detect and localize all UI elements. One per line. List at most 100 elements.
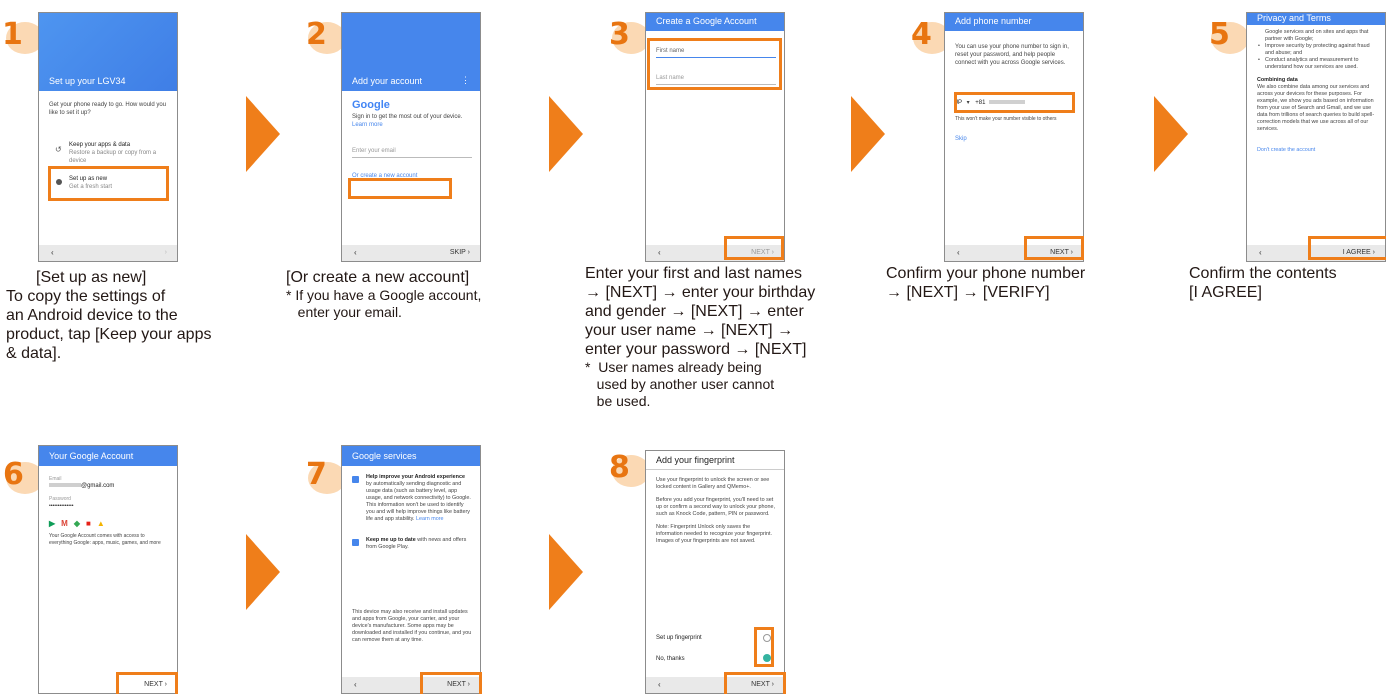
google-logo: Google [352, 99, 390, 111]
item-bold: Keep me up to date [366, 537, 416, 543]
highlight-next-button [116, 672, 178, 694]
step3-caption: Enter your first and last names → [NEXT]… [585, 264, 875, 410]
service-item: Keep me up to date with news and offers … [352, 537, 472, 551]
step-number: 8 [609, 450, 630, 485]
back-button[interactable]: ‹ [658, 680, 661, 689]
maps-icon: ◆ [73, 519, 80, 528]
email-field[interactable]: Enter your email [352, 147, 472, 158]
skip-button[interactable]: SKIP › [450, 249, 470, 256]
service-item: Help improve your Android experience by … [352, 474, 472, 523]
password-value: •••••••••••••• [49, 503, 74, 509]
caption-title: [Or create a new account] [286, 269, 470, 286]
checkbox-checked-icon[interactable] [352, 476, 359, 483]
back-button[interactable]: ‹ [658, 248, 661, 257]
gmail-icon: M [61, 519, 68, 528]
combining-heading: Combining data [1257, 77, 1298, 83]
highlight-name-fields [647, 38, 782, 90]
screen-title: Add your fingerprint [656, 455, 735, 465]
account-access-text: Your Google Account comes with access to… [49, 533, 161, 546]
caption-line: Enter your first and last names [585, 265, 802, 282]
skip-link[interactable]: Skip [955, 135, 1075, 143]
checkbox-checked-icon[interactable] [352, 539, 359, 546]
more-icon[interactable]: ⋮ [461, 75, 470, 86]
restore-icon: ↺ [55, 145, 62, 154]
privacy-bullet: • Conduct analytics and measurement to un… [1258, 57, 1359, 70]
next-step-arrow [246, 534, 280, 610]
step-number: 7 [306, 457, 327, 492]
step-number: 4 [911, 17, 932, 52]
highlight-next-button [724, 672, 786, 694]
bullet-text: Improve security by protecting against f… [1265, 43, 1370, 56]
fingerprint-note: Note: Fingerprint Unlock only saves the … [656, 524, 772, 544]
caption-line: → [NEXT] → enter your birthday [585, 284, 816, 301]
highlight-set-up-new [48, 166, 169, 201]
nav-bar: ‹ › [39, 245, 177, 261]
back-button[interactable]: ‹ [1259, 248, 1262, 257]
caption-line: an Android device to the [6, 307, 178, 324]
step5-caption: Confirm the contents [I AGREE] [1189, 264, 1386, 302]
phone-screen-setup: Set up your LGV34 Get your phone ready t… [38, 12, 178, 262]
highlight-fingerprint-options [754, 627, 774, 667]
step-number: 3 [609, 17, 630, 52]
back-button[interactable]: ‹ [51, 248, 54, 257]
privacy-text: Google services and on sites and apps th… [1265, 29, 1369, 42]
caption-line: & data]. [6, 345, 62, 362]
bullet-text: Conduct analytics and measurement to und… [1265, 57, 1359, 70]
screen-title: Set up your LGV34 [49, 76, 126, 86]
caption-line: Confirm your phone number [886, 265, 1086, 282]
screen-title: Google services [352, 451, 417, 461]
drive-icon: ▲ [96, 519, 105, 528]
learn-more-link[interactable]: Learn more [352, 122, 383, 128]
caption-note: * User names already being [585, 359, 762, 375]
highlight-next-button [1024, 236, 1084, 260]
highlight-next-button [420, 672, 482, 694]
screen-title: Your Google Account [49, 451, 134, 461]
dont-create-link[interactable]: Don't create the account [1257, 147, 1377, 154]
caption-line: product, tap [Keep your apps [6, 326, 212, 343]
forward-button[interactable]: › [165, 249, 167, 256]
item-bold: Help improve your Android experience [366, 474, 465, 480]
back-button[interactable]: ‹ [354, 680, 357, 689]
sign-in-text: Sign in to get the most out of your devi… [352, 114, 463, 120]
phone-screen-google-services: Google services Help improve your Androi… [341, 445, 481, 694]
back-button[interactable]: ‹ [354, 248, 357, 257]
email-label: Email [49, 476, 62, 482]
caption-line: Confirm the contents [1189, 265, 1337, 282]
back-button[interactable]: ‹ [957, 248, 960, 257]
caption-title: [Set up as new] [36, 269, 147, 286]
screen-title: Add phone number [955, 16, 1032, 26]
option-keep-apps-title[interactable]: Keep your apps & data [69, 141, 169, 149]
phone-screen-add-account: Add your account ⋮ Google Sign in to get … [341, 12, 481, 262]
masked-email [49, 483, 81, 488]
phone-screen-privacy: Privacy and Terms Google services and on… [1246, 12, 1386, 262]
next-step-arrow [851, 96, 885, 172]
phone-screen-your-account: Your Google Account Email @gmail.com Pas… [38, 445, 178, 694]
caption-line: your user name → [NEXT] → [585, 322, 794, 339]
email-row: @gmail.com [49, 483, 169, 490]
highlight-create-account [348, 178, 452, 199]
next-step-arrow [1154, 96, 1188, 172]
youtube-icon: ■ [85, 519, 91, 528]
screen-title: Add your account [352, 76, 423, 86]
caption-line: and gender → [NEXT] → enter [585, 303, 804, 320]
learn-more-link[interactable]: Learn more [416, 516, 444, 522]
phone-screen-add-phone: Add phone number You can use your phone … [944, 12, 1084, 262]
step-number: 2 [306, 17, 327, 52]
nav-bar: ‹ SKIP › [342, 245, 480, 261]
privacy-bullet: • Improve security by protecting against … [1258, 43, 1370, 56]
screen-title: Create a Google Account [656, 16, 757, 26]
fingerprint-text: Before you add your fingerprint, you'll … [656, 497, 775, 517]
caption-line: enter your password → [NEXT] [585, 341, 807, 358]
caption-note: * If you have a Google account, [286, 287, 482, 303]
updates-text: This device may also receive and install… [352, 609, 472, 643]
fingerprint-text: Use your fingerprint to unlock the scree… [656, 477, 770, 490]
caption-note: enter your email. [286, 304, 402, 320]
step-number: 6 [3, 457, 24, 492]
step4-caption: Confirm your phone number → [NEXT] → [VE… [886, 264, 1166, 302]
step-number: 1 [2, 17, 23, 52]
phone-info-text: You can use your phone number to sign in… [955, 44, 1069, 66]
setup-prompt: Get your phone ready to go. How would yo… [49, 102, 167, 116]
next-step-arrow [246, 96, 280, 172]
highlight-agree-button [1308, 236, 1386, 260]
highlight-next-button [724, 236, 784, 260]
